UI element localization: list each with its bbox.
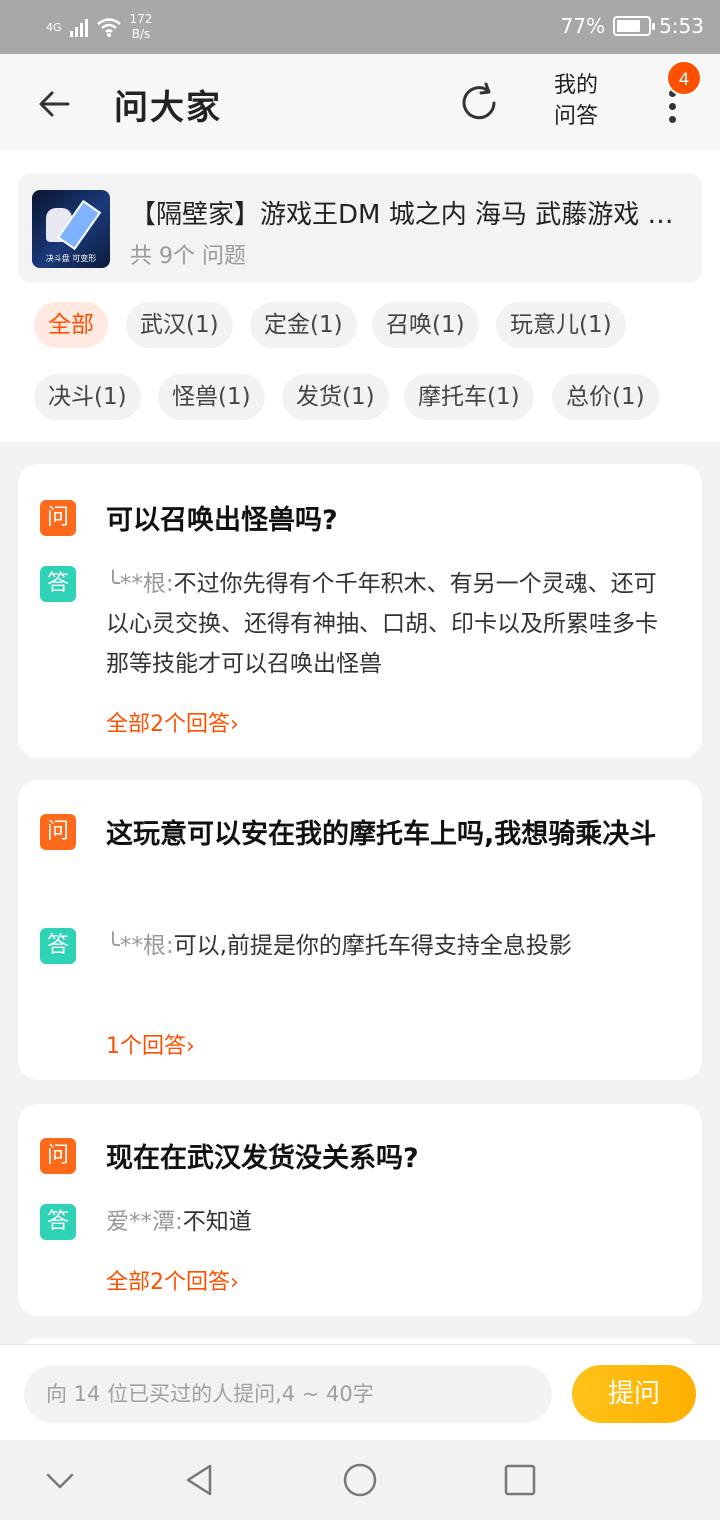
answer-badge: 答 [40,1204,76,1240]
question-badge: 问 [40,814,76,850]
ask-button[interactable]: 提问 [572,1365,696,1423]
all-answers-link[interactable]: 1个回答› [106,1028,195,1060]
answer-badge: 答 [40,566,76,602]
question-count: 共 9个 问题 [130,244,246,269]
chevron-down-icon[interactable] [40,1460,80,1500]
answer-badge: 答 [40,928,76,964]
network-type: 4G [46,20,62,34]
home-circle-icon[interactable] [340,1460,380,1500]
speed-value: 172 [129,12,153,26]
status-left: 4G 172 B/s [46,12,152,42]
my-qa-line1: 我的 [553,73,598,98]
product-title: 【隔壁家】游戏王DM 城之内 海马 武藤游戏 黑魔导 青眼白龙 决斗盘 可变形 [130,200,690,230]
tag-deposit[interactable]: 定金(1) [250,302,357,348]
tag-total-price[interactable]: 总价(1) [552,374,659,420]
refresh-icon[interactable] [456,80,502,126]
answer-text: ╰**根:可以,前提是你的摩托车得支持全息投影 [106,926,676,966]
answer-text: ╰**根:不过你先得有个千年积木、有另一个灵魂、还可以心灵交换、还得有神抽、口胡… [106,564,676,684]
answer-text: 爱**潭:不知道 [106,1202,676,1242]
answer-user: ╰**根: [106,933,174,959]
more-menu-icon[interactable] [656,90,688,130]
all-answers-link[interactable]: 全部2个回答› [106,1264,239,1296]
back-triangle-icon[interactable] [180,1460,220,1500]
wifi-icon [96,18,121,37]
status-right: 77% 5:53 [561,14,704,38]
answer-user: 爱**潭: [106,1209,183,1235]
qa-card[interactable]: 问 现在在武汉发货没关系吗? 答 爱**潭:不知道 全部2个回答› [18,1104,702,1316]
signal-icon [69,17,88,37]
answer-content: 不过你先得有个千年积木、有另一个灵魂、还可以心灵交换、还得有神抽、口胡、印卡以及… [106,571,658,677]
answer-content: 可以,前提是你的摩托车得支持全息投影 [173,933,572,959]
recents-square-icon[interactable] [500,1460,540,1500]
tag-duel[interactable]: 决斗(1) [34,374,141,420]
system-nav-bar [0,1440,720,1520]
question-badge: 问 [40,500,76,536]
product-thumbnail: 决斗盘 可变形 [32,190,110,268]
question-text: 可以召唤出怪兽吗? [106,505,338,536]
question-text: 现在在武汉发货没关系吗? [106,1143,419,1174]
qa-card[interactable]: 问 可以召唤出怪兽吗? 答 ╰**根:不过你先得有个千年积木、有另一个灵魂、还可… [18,464,702,758]
qa-card[interactable]: 问 这玩意可以安在我的摩托车上吗,我想骑乘决斗 答 ╰**根:可以,前提是你的摩… [18,780,702,1080]
question-text: 这玩意可以安在我的摩托车上吗,我想骑乘决斗 [106,819,657,850]
my-qa-button[interactable]: 我的 问答 [548,70,604,132]
thumb-caption: 决斗盘 可变形 [45,254,97,263]
battery-percent: 77% [560,14,606,38]
product-card[interactable]: 决斗盘 可变形 【隔壁家】游戏王DM 城之内 海马 武藤游戏 黑魔导 青眼白龙 … [18,174,702,282]
nav-bar: 问大家 我的 问答 [0,54,720,150]
ask-bar: 提问 [0,1344,720,1440]
tag-motorcycle[interactable]: 摩托车(1) [404,374,534,420]
header-area: 决斗盘 可变形 【隔壁家】游戏王DM 城之内 海马 武藤游戏 黑魔导 青眼白龙 … [0,150,720,442]
all-answers-link[interactable]: 全部2个回答› [106,706,239,738]
notification-badge: 4 [666,60,702,96]
tag-shipping[interactable]: 发货(1) [282,374,389,420]
answer-content: 不知道 [182,1209,252,1235]
status-bar: 4G 172 B/s 77% 5:53 [0,0,720,54]
network-speed: 172 B/s [130,12,153,42]
question-badge: 问 [40,1138,76,1174]
tag-summon[interactable]: 召唤(1) [372,302,479,348]
tag-monster[interactable]: 怪兽(1) [158,374,265,420]
tag-all[interactable]: 全部 [34,302,108,348]
answer-user: ╰**根: [106,571,174,597]
speed-unit: B/s [131,27,151,41]
battery-icon [613,16,656,36]
tag-toy[interactable]: 玩意儿(1) [496,302,626,348]
ask-input[interactable] [24,1365,552,1423]
page-title: 问大家 [114,88,222,128]
back-arrow-icon[interactable] [34,84,74,124]
tag-wuhan[interactable]: 武汉(1) [126,302,233,348]
clock: 5:53 [659,14,704,38]
my-qa-line2: 问答 [553,104,598,129]
